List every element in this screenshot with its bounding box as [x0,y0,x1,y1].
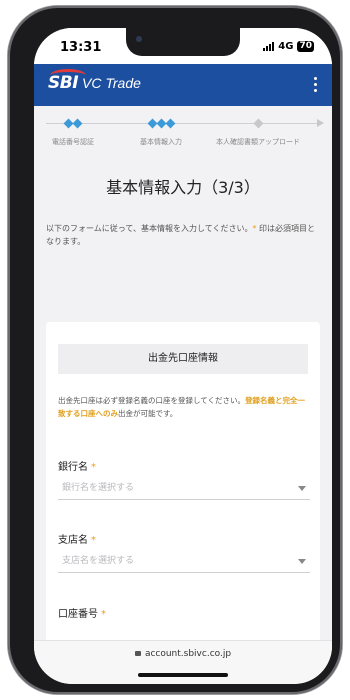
brand-logo[interactable]: SBI VC Trade [48,69,141,93]
section-note: 出金先口座は必ず登録名義の口座を登録してください。登録名義と完全一致する口座への… [58,396,306,418]
branch-field: 支店名 * 支店名を選択する [58,531,310,573]
step-basic-info: 基本情報入力 [140,117,182,147]
branch-placeholder: 支店名を選択する [62,556,135,566]
browser-url-bar[interactable]: account.sbivc.co.jp [34,640,332,684]
bank-field: 銀行名 * 銀行名を選択する [58,458,310,500]
home-indicator[interactable] [138,673,228,677]
logo-arc [50,69,86,82]
step-diamonds [63,117,83,129]
section-heading: 出金先口座情報 [58,344,308,374]
status-time: 13:31 [60,40,102,55]
bank-label: 銀行名 * [58,462,96,473]
stepper-arrow-icon [317,119,324,127]
step-phone-auth: 電話番号認証 [52,117,94,147]
logo-vc-trade: VC Trade [82,75,141,91]
bank-placeholder: 銀行名を選択する [62,483,135,493]
intro-text: 以下のフォームに従って、基本情報を入力してください。* 印は必須項目となります。 [46,224,316,246]
bank-select[interactable]: 銀行名を選択する [58,479,310,500]
account-label: 口座番号 * [58,609,106,620]
url-text: account.sbivc.co.jp [144,649,232,659]
step-diamonds [147,117,175,129]
kebab-menu-icon[interactable] [312,77,318,92]
progress-stepper: 電話番号認証 基本情報入力 本人確認書類アップロード [34,106,332,168]
step-label: 基本情報入力 [140,138,182,146]
required-mark: * [91,535,96,546]
step-diamonds [253,117,263,129]
required-mark: * [101,609,106,620]
signal-icon [263,42,275,51]
form-card: 出金先口座情報 出金先口座は必ず登録名義の口座を登録してください。登録名義と完全… [46,322,320,656]
logo-sbi: SBI [48,69,86,93]
network-label: 4G [278,41,294,52]
battery-icon: 70 [297,41,314,52]
notch [126,28,240,56]
camera-icon [136,36,142,42]
caret-down-icon [298,486,306,491]
branch-select[interactable]: 支店名を選択する [58,552,310,573]
diamond-icon [253,118,263,128]
step-label: 電話番号認証 [52,138,94,146]
diamond-icon [165,118,175,128]
required-mark: * [91,462,96,473]
caret-down-icon [298,559,306,564]
screen: 13:31 4G 70 SBI VC Trade 電話番号認証 基本情報入力 本… [34,28,332,684]
page-title: 基本情報入力（3/3） [106,178,260,197]
page-content[interactable]: 電話番号認証 基本情報入力 本人確認書類アップロード 基本情報入力（3/3） 以… [34,106,332,656]
url-display[interactable]: account.sbivc.co.jp [34,649,332,659]
phone-frame: 13:31 4G 70 SBI VC Trade 電話番号認証 基本情報入力 本… [8,6,342,694]
diamond-icon [72,118,83,128]
step-label: 本人確認書類アップロード [216,138,300,146]
status-indicators: 4G 70 [263,41,314,52]
step-id-upload: 本人確認書類アップロード [216,117,300,147]
lock-icon [134,651,141,656]
app-header: SBI VC Trade [34,64,332,106]
branch-label: 支店名 * [58,535,96,546]
